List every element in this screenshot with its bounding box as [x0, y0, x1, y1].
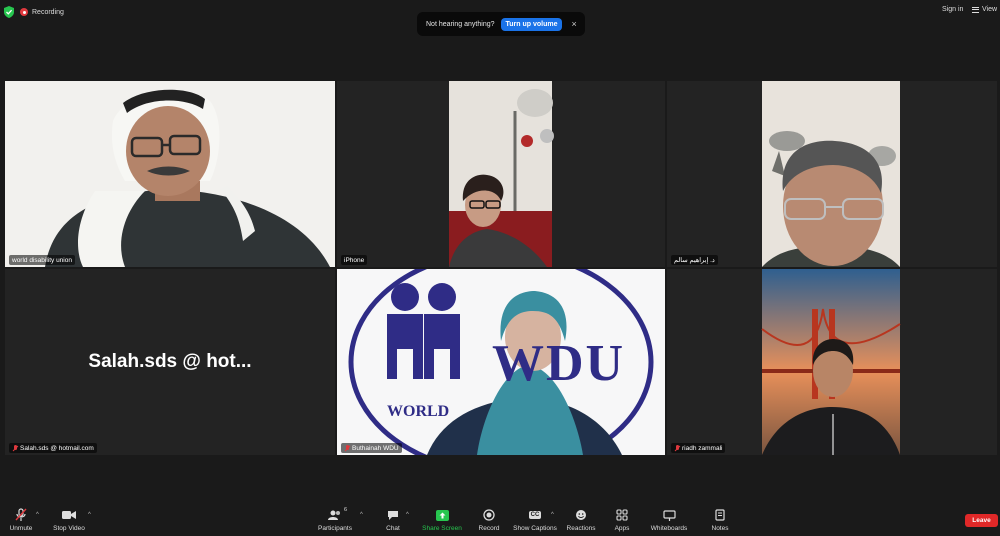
video-camera-icon	[62, 508, 76, 522]
shield-icon[interactable]	[4, 6, 14, 18]
video-tile-riadh-zammali[interactable]: riadh zammali	[667, 269, 997, 455]
captions-icon-text: CC	[528, 511, 542, 519]
stop-video-label: Stop Video	[53, 525, 85, 532]
video-tile-salah[interactable]: Salah.sds @ hot... Salah.sds @ hotmail.c…	[5, 269, 335, 455]
chat-button[interactable]: Chat	[384, 508, 402, 534]
participant-video	[337, 81, 665, 267]
apps-icon	[616, 508, 628, 522]
share-screen-button[interactable]: Share Screen	[422, 508, 462, 534]
wdu-logo-text: WDU	[492, 335, 626, 392]
unmute-button[interactable]: Unmute	[8, 508, 34, 534]
participant-name-tag: world disability union	[9, 255, 75, 265]
audio-notification: Not hearing anything? Turn up volume ×	[417, 12, 585, 36]
closed-captions-icon: CC	[528, 508, 542, 522]
participant-name-tag: Buthainah WDU	[341, 443, 402, 453]
share-screen-icon	[435, 508, 449, 522]
participant-name: iPhone	[344, 256, 365, 264]
participants-count: 6	[343, 507, 347, 513]
notes-button[interactable]: Notes	[709, 508, 731, 534]
participants-label: Participants	[318, 525, 352, 532]
muted-microphone-icon	[15, 508, 27, 522]
stop-video-button[interactable]: Stop Video	[52, 508, 86, 534]
participants-button[interactable]: 6 Participants	[318, 507, 352, 534]
participants-icon: 6	[328, 507, 347, 522]
sign-in-link[interactable]: Sign in	[942, 6, 963, 13]
whiteboards-label: Whiteboards	[650, 525, 688, 532]
participant-name-tag: riadh zammali	[671, 443, 726, 453]
record-icon	[483, 508, 495, 522]
leave-button[interactable]: Leave	[965, 514, 998, 527]
recording-indicator[interactable]: Recording	[20, 6, 64, 18]
chat-options-caret[interactable]: ^	[406, 512, 409, 518]
participant-name: world disability union	[12, 256, 72, 264]
video-options-caret[interactable]: ^	[88, 512, 91, 518]
apps-label: Apps	[614, 525, 630, 532]
participant-name: Buthainah WDU	[352, 444, 399, 452]
reactions-button[interactable]: Reactions	[566, 508, 596, 534]
meeting-toolbar: Unmute ^ Stop Video ^ 6 Participants ^ C…	[0, 500, 1000, 536]
participants-options-caret[interactable]: ^	[360, 512, 363, 518]
participant-name-tag: Salah.sds @ hotmail.com	[9, 443, 97, 453]
participant-name-tag: د. إبراهيم سالم	[671, 255, 718, 265]
recording-icon	[20, 8, 28, 16]
record-label: Record	[478, 525, 500, 532]
view-label: View	[982, 6, 998, 13]
reactions-label: Reactions	[566, 525, 596, 532]
chat-bubble-icon	[387, 508, 399, 522]
muted-mic-icon	[12, 444, 18, 452]
muted-mic-icon	[344, 444, 350, 452]
participant-video	[5, 81, 335, 267]
whiteboard-icon	[662, 508, 676, 522]
participant-name: riadh zammali	[682, 444, 723, 452]
view-button[interactable]: View	[972, 6, 997, 13]
chat-label: Chat	[386, 525, 400, 532]
participant-display-name: Salah.sds @ hot...	[88, 351, 252, 372]
video-tile-ibrahim-salem[interactable]: د. إبراهيم سالم	[667, 81, 997, 267]
show-captions-label: Show Captions	[513, 525, 557, 532]
notes-icon	[715, 508, 725, 522]
turn-up-volume-button[interactable]: Turn up volume	[500, 17, 563, 31]
view-menu-icon	[972, 6, 979, 13]
video-tile-iphone[interactable]: iPhone	[337, 81, 665, 267]
video-tile-world-disability-union[interactable]: world disability union	[5, 81, 335, 267]
participant-video	[667, 269, 997, 455]
share-screen-label: Share Screen	[422, 525, 462, 532]
captions-options-caret[interactable]: ^	[551, 512, 554, 518]
unmute-label: Unmute	[9, 525, 33, 532]
notes-label: Notes	[711, 525, 729, 532]
participant-name-tag: iPhone	[341, 255, 368, 265]
muted-mic-icon	[674, 444, 680, 452]
participant-video	[667, 81, 997, 267]
participant-name: د. إبراهيم سالم	[674, 257, 715, 264]
record-button[interactable]: Record	[477, 508, 501, 534]
participant-name: Salah.sds @ hotmail.com	[20, 444, 94, 452]
notification-message: Not hearing anything?	[426, 20, 495, 28]
apps-button[interactable]: Apps	[612, 508, 632, 534]
zoom-meeting-window: Recording Sign in View Not hearing anyth…	[0, 0, 1000, 536]
whiteboards-button[interactable]: Whiteboards	[649, 508, 689, 534]
audio-options-caret[interactable]: ^	[36, 512, 39, 518]
close-icon[interactable]: ×	[571, 19, 576, 29]
reactions-icon	[575, 508, 587, 522]
wdu-world-text: WORLD	[387, 403, 450, 420]
recording-label: Recording	[32, 8, 64, 16]
video-tile-buthainah-wdu[interactable]: WDU WORLD Buthainah WDU	[337, 269, 665, 455]
